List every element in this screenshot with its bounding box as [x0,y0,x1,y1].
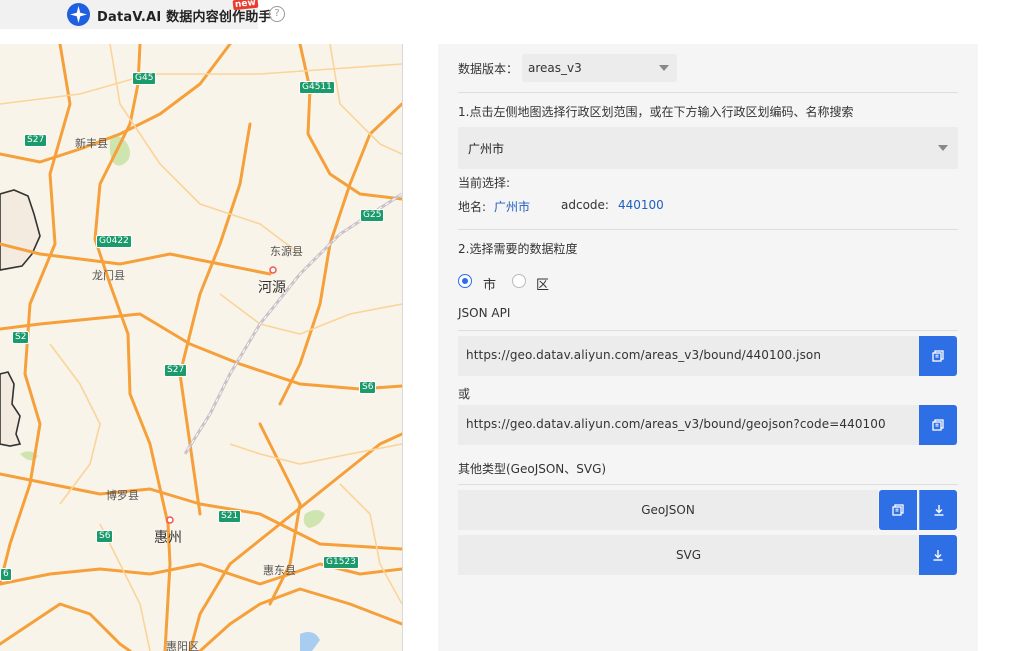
highway-shield-s27: S27 [24,134,48,147]
copy-icon [932,350,944,362]
api-geojson-url-field[interactable]: https://geo.datav.aliyun.com/areas_v3/bo… [458,405,920,445]
highway-shield-g25: G25 [360,209,385,222]
help-icon[interactable]: ? [269,6,285,22]
version-label: 数据版本： [458,62,519,76]
highway-shield-g1523: G1523 [323,556,359,569]
map-view[interactable]: 新丰县 龙门县 东源县 河源 博罗县 惠州 惠东县 惠阳区 G45 G4511 … [0,44,403,651]
highway-shield-s6: S6 [359,381,377,394]
highway-shield-s6-edge: 6 [0,568,12,581]
highway-shield-g4511: G4511 [299,81,335,94]
copy-icon [932,419,944,431]
version-select[interactable]: areas_v3 [522,54,677,82]
version-select-value: areas_v3 [528,61,582,75]
api-url-field[interactable]: https://geo.datav.aliyun.com/areas_v3/bo… [458,336,920,376]
download-icon [934,505,944,516]
download-icon [933,550,943,561]
divider [458,229,958,230]
radio-city[interactable] [458,274,472,288]
map-label-xinfeng: 新丰县 [75,137,108,150]
highway-shield-s21: S21 [218,510,242,523]
map-label-huizhou: 惠州 [154,530,182,546]
other-types-label: 其他类型(GeoJSON、SVG) [458,462,607,476]
divider [458,484,958,485]
or-label: 或 [458,387,471,401]
highway-shield-s6-west: S6 [96,530,114,543]
divider [458,330,958,331]
region-select-value: 广州市 [468,142,505,156]
svg-option[interactable]: SVG [458,535,919,575]
control-panel: 数据版本： areas_v3 1.点击左侧地图选择行政区划范围，或在下方输入行政… [438,44,978,651]
map-label-boluo: 博罗县 [106,489,139,502]
json-api-label: JSON API [458,306,511,320]
current-selection-label: 当前选择: [458,176,511,190]
download-svg-button[interactable] [919,535,957,575]
geojson-option[interactable]: GeoJSON [458,490,878,530]
api-url-text[interactable]: https://geo.datav.aliyun.com/areas_v3/bo… [466,348,821,362]
datav-logo-icon [67,3,90,26]
map-label-longmen: 龙门县 [92,269,125,282]
place-name-label: 地名: [458,200,487,214]
highway-shield-g45: G45 [132,72,157,85]
map-label-huidong: 惠东县 [263,564,296,577]
region-search-select[interactable]: 广州市 [458,127,958,169]
copy-url-button[interactable] [919,336,957,376]
chevron-down-icon [938,145,948,151]
app-header: DataV.AI 数据内容创作助手 new [0,0,272,29]
radio-city-label[interactable]: 市 [483,274,496,293]
map-label-heyuan: 河源 [258,280,286,296]
highway-shield-g0422: G0422 [96,235,132,248]
copy-geojson-button[interactable] [879,490,917,530]
copy-icon [892,504,904,516]
adcode-value: 440100 [618,198,664,212]
map-label-huiyang: 惠阳区 [166,640,199,651]
divider [458,92,958,93]
step1-instruction: 1.点击左侧地图选择行政区划范围，或在下方输入行政区划编码、名称搜索 [458,105,854,119]
radio-district-label[interactable]: 区 [536,274,549,293]
place-name-value: 广州市 [494,200,531,214]
highway-shield-s2: S2 [12,331,30,344]
api-geojson-url-text[interactable]: https://geo.datav.aliyun.com/areas_v3/bo… [466,417,886,431]
download-geojson-button[interactable] [919,490,957,530]
adcode-label: adcode: [561,198,609,212]
copy-geojson-url-button[interactable] [919,405,957,445]
highway-shield-s27-south: S27 [164,364,188,377]
map-label-dongyuan: 东源县 [270,245,303,258]
radio-district[interactable] [512,274,526,288]
step2-instruction: 2.选择需要的数据粒度 [458,242,578,256]
chevron-down-icon [659,65,669,71]
